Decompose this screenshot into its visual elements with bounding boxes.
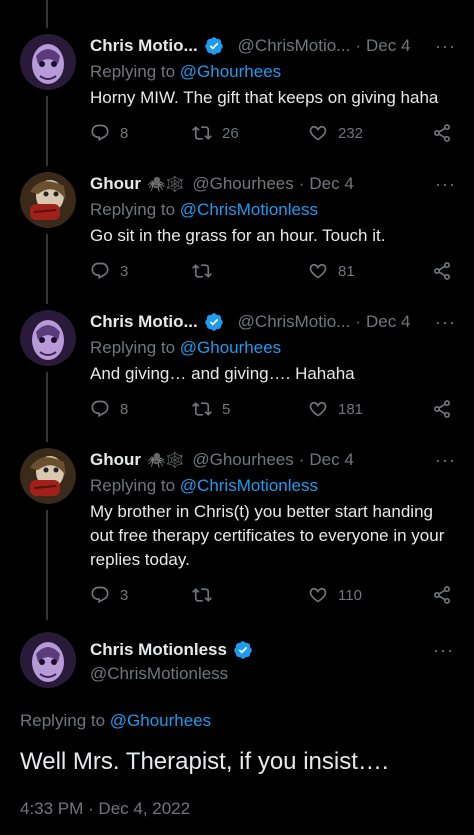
display-name[interactable]: Ghour — [90, 450, 141, 470]
like-button[interactable]: 110 — [308, 585, 362, 605]
like-count: 110 — [338, 586, 362, 604]
spider-web-emoji: 🕷️🕸️ — [147, 452, 185, 469]
avatar[interactable] — [20, 632, 76, 688]
handle[interactable]: @Ghourhees — [192, 450, 293, 470]
action-bar: 3 110 — [90, 585, 456, 609]
separator: · — [298, 450, 305, 469]
more-options-icon[interactable]: ··· — [435, 450, 456, 471]
replying-to-link[interactable]: @Ghourhees — [110, 711, 211, 730]
replying-to-link[interactable]: @ChrisMotionless — [180, 476, 318, 495]
tweet-header: Ghour 🕷️🕸️ @Ghourhees · Dec 4 ··· — [90, 448, 456, 472]
main-handle[interactable]: @ChrisMotionless — [90, 664, 228, 684]
tweet-text: My brother in Chris(t) you better start … — [90, 502, 445, 569]
avatar[interactable] — [20, 448, 76, 504]
main-tweet-text: Well Mrs. Therapist, if you insist…. — [20, 748, 389, 775]
heart-icon — [309, 587, 327, 603]
reply-icon — [91, 586, 109, 604]
share-button[interactable] — [432, 585, 452, 605]
reply-count: 3 — [120, 586, 129, 604]
reply-button[interactable]: 3 — [90, 585, 128, 605]
retweet-icon — [192, 588, 212, 602]
replying-to: Replying to @ChrisMotionless — [90, 476, 318, 495]
main-timestamp[interactable]: 4:33 PM · Dec 4, 2022 — [20, 799, 190, 819]
retweet-button[interactable] — [192, 585, 222, 605]
tweet-date[interactable]: Dec 4 — [309, 450, 353, 470]
verified-badge-icon — [234, 641, 252, 659]
main-display-name[interactable]: Chris Motionless — [90, 640, 259, 660]
more-options-icon[interactable]: ··· — [433, 640, 454, 661]
main-replying-to: Replying to @Ghourhees — [20, 711, 212, 730]
share-icon — [434, 586, 450, 604]
reply-tweet[interactable]: Ghour 🕷️🕸️ @Ghourhees · Dec 4 ··· Replyi… — [0, 0, 474, 620]
